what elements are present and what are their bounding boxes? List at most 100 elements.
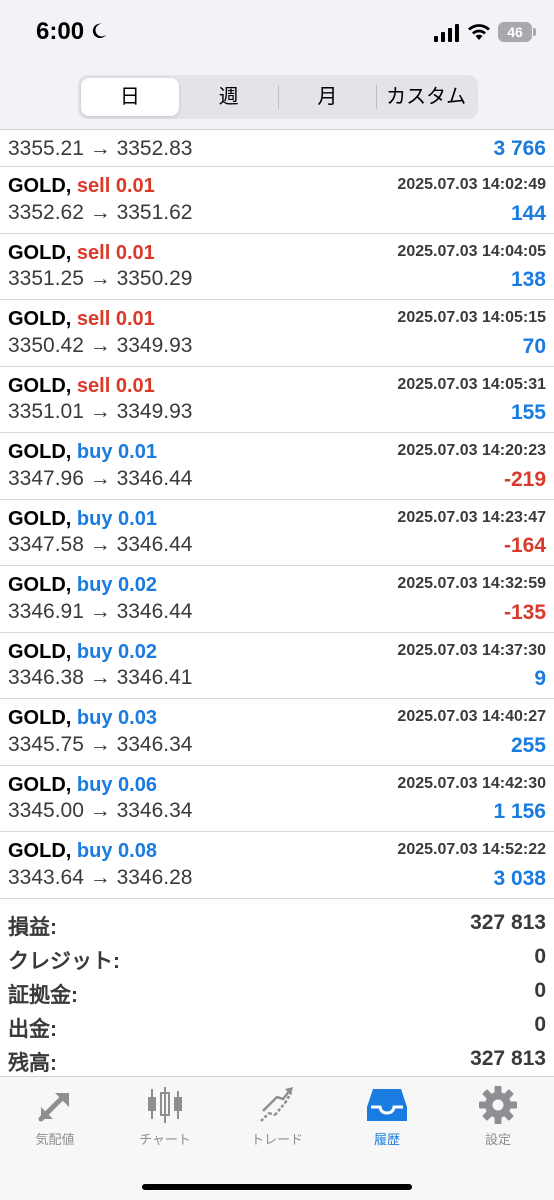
summary-label: 残高: [8, 1052, 57, 1075]
battery-icon: 46 [498, 22, 536, 42]
summary-value: 0 [534, 1013, 546, 1036]
tab-label: トレード [250, 1132, 303, 1147]
deal-profit: 155 [510, 401, 546, 424]
account-summary: 損益: 327 813 クレジット: 0 証拠金: 0 出金: 0 残高: 32… [0, 907, 554, 1077]
deal-side: sell 0.01 [76, 175, 155, 197]
deal-time: 2025.07.03 14:05:31 [397, 375, 546, 393]
summary-label: 損益: [8, 916, 57, 939]
summary-label: 証拠金: [8, 984, 78, 1007]
deal-profit: -135 [503, 600, 546, 624]
tab-chart[interactable]: チャート [110, 1085, 220, 1148]
deal-time: 2025.07.03 14:02:49 [397, 176, 546, 193]
deal-prices: 3343.64 → 3346.28 [8, 865, 193, 889]
tab-week[interactable]: 週 [180, 78, 278, 116]
tab-history[interactable]: 履歴 [332, 1085, 442, 1148]
deal-symbol: GOLD, [8, 574, 72, 596]
tab-trade[interactable]: トレード [222, 1085, 332, 1148]
deal-prices: 3352.62 → 3351.62 [8, 200, 193, 224]
deal-prices: 3347.58 → 3346.44 [8, 533, 193, 556]
deal-time: 2025.07.03 14:32:59 [397, 575, 546, 592]
deals-list[interactable]: 3355.21 → 3352.83 3 766 GOLD, sell 0.01 2… [0, 131, 554, 899]
deal-prices: 3346.91 → 3346.44 [8, 599, 193, 623]
deal-symbol-side: GOLD, sell 0.01 [8, 308, 155, 331]
deal-time: 2025.07.03 14:40:27 [397, 708, 546, 725]
deal-symbol-side: GOLD, sell 0.01 [8, 242, 155, 265]
deal-profit: 138 [510, 268, 546, 291]
deal-symbol: GOLD, [8, 773, 72, 796]
deal-row[interactable]: GOLD, buy 0.02 2025.07.03 14:32:59 3346.91… [0, 566, 554, 633]
summary-withdrawal-row: 出金: 0 [0, 1009, 554, 1043]
deal-row[interactable]: GOLD, buy 0.06 2025.07.03 14:42:30 3345.00… [0, 766, 554, 832]
deal-profit: 3 038 [493, 866, 546, 890]
deal-side: sell 0.01 [76, 308, 155, 330]
deal-symbol: GOLD, [8, 707, 72, 729]
quotes-icon [38, 1093, 69, 1122]
deal-side: sell 0.01 [76, 241, 155, 264]
deal-prices: 3351.25 → 3350.29 [8, 267, 193, 290]
deal-row[interactable]: GOLD, buy 0.01 2025.07.03 14:20:23 3347.96… [0, 433, 554, 500]
summary-value: 0 [534, 945, 546, 968]
deal-prices: 3346.38 → 3346.41 [8, 666, 193, 689]
tab-month[interactable]: 月 [279, 78, 377, 116]
deal-time: 2025.07.03 14:42:30 [397, 774, 546, 792]
tab-label: チャート [139, 1132, 191, 1147]
summary-balance-row: 残高: 327 813 [0, 1043, 554, 1077]
summary-label: クレジット: [8, 950, 120, 973]
period-segmented-control: 日 週 月 カスタム [78, 75, 478, 119]
deal-symbol: GOLD, [8, 374, 72, 397]
deal-row[interactable]: GOLD, sell 0.01 2025.07.03 14:05:31 3351.0… [0, 367, 554, 433]
history-inbox-icon [367, 1089, 407, 1121]
deal-prices: 3347.96 → 3346.44 [8, 466, 193, 490]
deal-side: sell 0.01 [76, 374, 155, 397]
status-time: 6:00 [36, 18, 85, 45]
deal-row[interactable]: GOLD, buy 0.03 2025.07.03 14:40:27 3345.75… [0, 699, 554, 766]
deal-time: 2025.07.03 14:05:15 [397, 309, 546, 326]
summary-profit-row: 損益: 327 813 [0, 907, 554, 941]
deal-side: buy 0.03 [76, 707, 157, 729]
tab-quotes[interactable]: 気配値 [0, 1085, 110, 1148]
deal-symbol: GOLD, [8, 175, 72, 197]
deal-prices: 3350.42 → 3349.93 [8, 333, 193, 357]
deal-profit: 144 [510, 201, 546, 225]
deal-symbol: GOLD, [8, 507, 72, 530]
trade-icon [260, 1087, 293, 1122]
wifi-icon [468, 24, 490, 40]
deal-side: buy 0.02 [76, 640, 157, 663]
tab-day[interactable]: 日 [81, 78, 179, 116]
deal-symbol-side: GOLD, buy 0.08 [8, 840, 157, 863]
deal-row[interactable]: GOLD, sell 0.01 2025.07.03 14:05:15 3350.4… [0, 300, 554, 367]
deal-symbol: GOLD, [8, 308, 72, 330]
deal-symbol-side: GOLD, buy 0.01 [8, 441, 157, 464]
deal-side: buy 0.01 [76, 441, 157, 463]
deal-profit: 255 [510, 733, 546, 757]
deal-symbol: GOLD, [8, 840, 72, 862]
deal-profit: 1 156 [493, 800, 546, 823]
cellular-signal-icon [434, 24, 459, 42]
deal-time: 2025.07.03 14:04:05 [397, 242, 546, 260]
deal-symbol: GOLD, [8, 640, 72, 663]
tab-label: 気配値 [35, 1132, 75, 1147]
candlestick-chart-icon [148, 1087, 182, 1123]
summary-value: 327 813 [470, 911, 546, 934]
summary-credit-row: クレジット: 0 [0, 941, 554, 975]
deal-profit: 70 [522, 334, 546, 358]
deal-prices: 3355.21 → 3352.83 [8, 137, 193, 160]
deal-symbol: GOLD, [8, 241, 72, 264]
deal-time: 2025.07.03 14:37:30 [397, 641, 546, 659]
summary-value: 0 [534, 979, 546, 1002]
deal-row[interactable]: GOLD, buy 0.01 2025.07.03 14:23:47 3347.58… [0, 500, 554, 566]
bottom-tab-bar: 気配値 チャート トレード 履歴 設定 [0, 1076, 554, 1200]
deal-symbol-side: GOLD, sell 0.01 [8, 175, 155, 198]
deal-prices: 3351.01 → 3349.93 [8, 400, 193, 423]
tab-settings[interactable]: 設定 [443, 1085, 553, 1148]
deal-row[interactable]: GOLD, sell 0.01 2025.07.03 14:04:05 3351.2… [0, 234, 554, 300]
list-item-partial[interactable]: 3355.21 → 3352.83 3 766 [0, 131, 554, 167]
deal-row[interactable]: GOLD, sell 0.01 2025.07.03 14:02:49 3352.6… [0, 167, 554, 234]
deal-profit: 3 766 [493, 137, 546, 160]
deal-prices: 3345.00 → 3346.34 [8, 799, 193, 822]
deal-symbol-side: GOLD, sell 0.01 [8, 375, 155, 398]
deal-row[interactable]: GOLD, buy 0.02 2025.07.03 14:37:30 3346.38… [0, 633, 554, 699]
tab-custom[interactable]: カスタム [377, 78, 475, 116]
deal-row[interactable]: GOLD, buy 0.08 2025.07.03 14:52:22 3343.64… [0, 832, 554, 899]
deal-profit: -164 [503, 534, 546, 557]
